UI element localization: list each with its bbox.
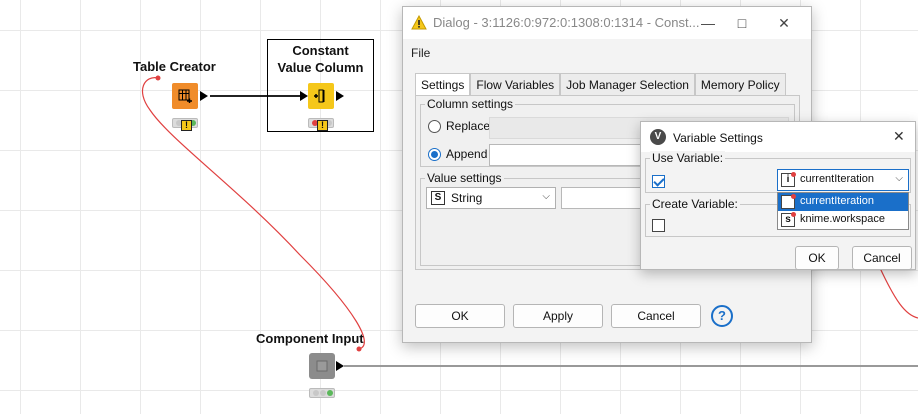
close-button[interactable]: ✕: [769, 12, 799, 34]
tab-job-manager-selection[interactable]: Job Manager Selection: [560, 73, 695, 95]
constant-value-column-warning-icon: !: [317, 120, 328, 131]
column-add-icon: [314, 89, 325, 103]
help-icon[interactable]: ?: [711, 305, 733, 327]
table-grid-icon: [178, 89, 192, 103]
value-type-select[interactable]: S String ⌵: [426, 187, 556, 209]
variable-settings-close-icon[interactable]: ✕: [893, 128, 905, 145]
chevron-down-icon: ⌵: [542, 191, 550, 202]
tab-flow-variables[interactable]: Flow Variables: [470, 73, 561, 95]
constant-value-column-output-port[interactable]: [336, 91, 344, 101]
menu-file[interactable]: File: [411, 46, 430, 60]
replace-radio[interactable]: [428, 120, 441, 133]
value-type-selected: String: [451, 191, 483, 205]
flow-variable-connection-right: [879, 267, 918, 319]
menu-bar: File: [403, 39, 811, 63]
component-input-node[interactable]: [309, 353, 335, 379]
constant-value-column-label-line2: Value Column: [277, 60, 364, 75]
component-input-label: Component Input: [256, 331, 364, 346]
dropdown-option-current-iteration[interactable]: i currentIteration: [778, 193, 908, 211]
variable-select-value: currentIteration: [800, 173, 874, 185]
tab-memory-policy[interactable]: Memory Policy: [694, 73, 786, 95]
use-variable-checkbox[interactable]: [652, 175, 665, 188]
component-icon: [316, 360, 328, 372]
table-creator-warning-icon: !: [181, 120, 192, 131]
string-type-icon: S: [431, 191, 445, 205]
variable-cancel-button[interactable]: Cancel: [852, 246, 912, 270]
ok-button[interactable]: OK: [415, 304, 505, 328]
component-input-status-light: [309, 388, 335, 398]
minimize-button[interactable]: —: [693, 12, 723, 34]
integer-variable-icon: i: [781, 194, 796, 209]
constant-value-column-node[interactable]: [308, 83, 334, 109]
dropdown-option-knime-workspace[interactable]: s knime.workspace: [778, 211, 908, 229]
chevron-down-icon: ⌵: [895, 173, 903, 184]
replace-label: Replace: [446, 119, 491, 133]
dialog-titlebar[interactable]: Dialog - 3:1126:0:972:0:1308:0:1314 - Co…: [403, 7, 811, 39]
constant-value-column-input-port[interactable]: [300, 91, 308, 101]
constant-value-column-label-line1: Constant: [292, 43, 349, 58]
variable-settings-titlebar[interactable]: V Variable Settings ✕: [641, 122, 915, 152]
tab-settings[interactable]: Settings: [415, 73, 471, 95]
flow-variable-port-end: [356, 346, 362, 352]
dialog-title: Dialog - 3:1126:0:972:0:1308:0:1314 - Co…: [433, 15, 700, 30]
component-input-output-port[interactable]: [336, 361, 344, 371]
dialog-tabs: Settings Flow Variables Job Manager Sele…: [415, 73, 786, 95]
append-label: Append: [446, 147, 488, 161]
table-creator-output-port[interactable]: [200, 91, 208, 101]
flow-variable-port-start: [155, 75, 161, 81]
column-settings-label: Column settings: [425, 97, 516, 111]
variable-dropdown-list: i currentIteration s knime.workspace: [777, 192, 909, 230]
create-variable-checkbox[interactable]: [652, 219, 665, 232]
use-variable-label: Use Variable:: [650, 151, 726, 165]
integer-variable-icon: i: [781, 172, 796, 187]
variable-settings-title: Variable Settings: [673, 131, 763, 145]
table-creator-label: Table Creator: [133, 59, 216, 74]
variable-ok-button[interactable]: OK: [795, 246, 839, 270]
variable-logo-icon: V: [650, 129, 666, 145]
maximize-button[interactable]: □: [727, 12, 757, 34]
variable-select[interactable]: i currentIteration ⌵: [777, 169, 909, 191]
warning-triangle-icon: [411, 15, 427, 30]
string-variable-icon: s: [781, 212, 796, 227]
apply-button[interactable]: Apply: [513, 304, 603, 328]
create-variable-label: Create Variable:: [650, 197, 740, 211]
cancel-button[interactable]: Cancel: [611, 304, 701, 328]
value-settings-label: Value settings: [425, 171, 504, 185]
append-radio[interactable]: [428, 148, 441, 161]
table-creator-node[interactable]: [172, 83, 198, 109]
